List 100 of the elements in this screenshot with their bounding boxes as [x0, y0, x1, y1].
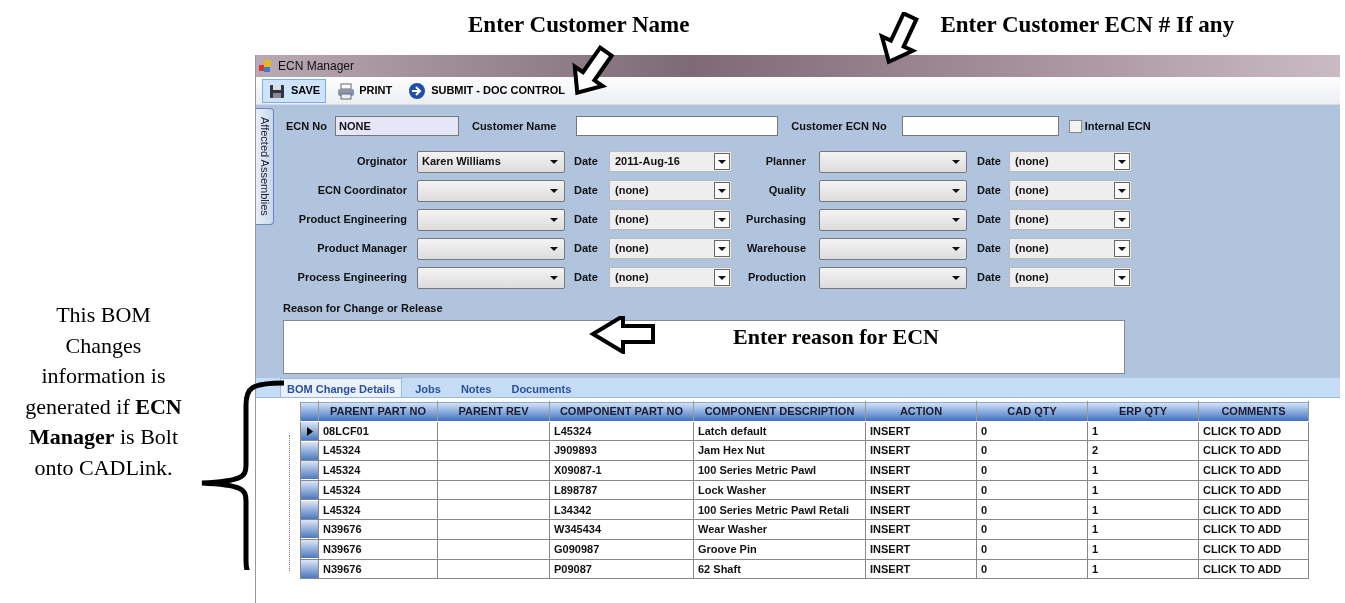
table-cell: W345434 — [549, 519, 694, 540]
field-label: Date — [977, 154, 1002, 170]
row-header[interactable] — [301, 422, 318, 441]
dropdown[interactable] — [417, 208, 565, 231]
dropdown[interactable] — [819, 179, 967, 202]
field-label: ECN No — [286, 118, 327, 134]
table-cell: Jam Hex Nut — [693, 440, 866, 461]
field-label: Customer ECN No — [791, 118, 887, 134]
tab[interactable]: Notes — [453, 378, 499, 397]
date-picker[interactable]: 2011-Aug-16 — [609, 151, 732, 172]
text-field[interactable] — [901, 116, 1059, 136]
column-header[interactable]: ACTION — [865, 401, 977, 422]
text-field[interactable]: NONE — [334, 116, 459, 136]
table-cell: N39676 — [318, 539, 438, 559]
dropdown[interactable] — [819, 266, 967, 289]
caret-icon — [1118, 188, 1126, 193]
date-picker[interactable]: (none) — [1009, 267, 1132, 288]
column-header[interactable]: COMPONENT PART NO — [549, 401, 694, 422]
table-cell: N39676 — [318, 559, 438, 579]
dropdown[interactable] — [417, 179, 565, 202]
table-cell: 100 Series Metric Pawl — [693, 460, 866, 481]
table-cell: G090987 — [549, 539, 694, 559]
comment-link[interactable]: CLICK TO ADD — [1198, 460, 1309, 481]
date-picker[interactable]: (none) — [1009, 151, 1132, 172]
table-cell: INSERT — [865, 460, 977, 481]
caret-icon — [718, 246, 726, 251]
field-label: Warehouse — [746, 241, 806, 257]
comment-link[interactable]: CLICK TO ADD — [1198, 519, 1309, 540]
caret-icon — [952, 159, 960, 164]
caret-icon — [550, 217, 558, 222]
caret-icon — [550, 188, 558, 193]
table-cell: J909893 — [549, 440, 694, 461]
dropdown[interactable] — [819, 208, 967, 231]
column-header[interactable]: PARENT REV — [437, 401, 550, 422]
table-cell: Groove Pin — [693, 539, 866, 559]
comment-link[interactable]: CLICK TO ADD — [1198, 559, 1309, 579]
table-cell: N39676 — [318, 519, 438, 540]
table-cell: X09087-1 — [549, 460, 694, 481]
table-cell: 62 Shaft — [693, 559, 866, 579]
table-cell: Wear Washer — [693, 519, 866, 540]
column-header[interactable]: COMMENTS — [1198, 401, 1309, 422]
table-cell: 1 — [1087, 539, 1199, 559]
column-header[interactable]: CAD QTY — [976, 401, 1088, 422]
window-title: ECN Manager — [278, 58, 355, 75]
column-header[interactable]: PARENT PART NO — [318, 401, 438, 422]
date-picker[interactable]: (none) — [1009, 180, 1132, 201]
date-picker[interactable]: (none) — [609, 238, 732, 259]
toolbar-button[interactable]: SAVE — [262, 78, 327, 103]
table-cell: L45324 — [318, 440, 438, 461]
toolbar-button[interactable]: PRINT — [330, 78, 399, 103]
date-picker[interactable]: (none) — [609, 209, 732, 230]
table-cell: INSERT — [865, 480, 977, 500]
comment-link[interactable]: CLICK TO ADD — [1198, 421, 1309, 441]
date-picker[interactable]: (none) — [609, 267, 732, 288]
table-cell: L45324 — [318, 499, 438, 520]
checkbox[interactable] — [1068, 119, 1082, 133]
tab[interactable]: Jobs — [408, 378, 448, 397]
table-cell: P09087 — [549, 559, 694, 579]
current-row-icon — [306, 426, 313, 436]
tab[interactable]: BOM Change Details — [280, 378, 403, 397]
caret-icon — [1118, 275, 1126, 280]
column-header[interactable]: COMPONENT DESCRIPTION — [693, 401, 866, 422]
table-cell: L45324 — [318, 460, 438, 481]
text-field[interactable] — [576, 116, 779, 136]
caret-icon — [550, 275, 558, 280]
table-cell: L45324 — [549, 421, 694, 441]
comment-link[interactable]: CLICK TO ADD — [1198, 480, 1309, 500]
app-icon — [258, 59, 272, 73]
side-tab[interactable]: Affected Assemblies — [256, 108, 274, 225]
field-label: ECN Coordinator — [316, 183, 407, 199]
dropdown[interactable] — [819, 237, 967, 260]
caret-icon — [718, 159, 726, 164]
table-cell: 0 — [976, 539, 1088, 559]
column-header[interactable]: ERP QTY — [1087, 401, 1199, 422]
field-label: Date — [574, 212, 599, 228]
dropdown[interactable] — [819, 150, 967, 173]
comment-link[interactable]: CLICK TO ADD — [1198, 539, 1309, 559]
table-cell: 1 — [1087, 499, 1199, 520]
table-cell: 1 — [1087, 421, 1199, 441]
toolbar-button[interactable]: SUBMIT - DOC CONTROL — [402, 78, 571, 103]
dropdown[interactable] — [417, 266, 565, 289]
caret-icon — [952, 246, 960, 251]
annotation-text: This BOM Changes information is generated if ECN Manager is Bolt onto CADLink. — [24, 301, 183, 482]
date-picker[interactable]: (none) — [609, 180, 732, 201]
table-cell: INSERT — [865, 421, 977, 441]
date-picker[interactable]: (none) — [1009, 209, 1132, 230]
field-label: Planner — [764, 154, 806, 170]
field-label: Customer Name — [471, 118, 557, 134]
field-label: Purchasing — [745, 212, 806, 228]
tab[interactable]: Documents — [504, 378, 579, 397]
table-cell: 0 — [976, 559, 1088, 579]
comment-link[interactable]: CLICK TO ADD — [1198, 440, 1309, 461]
table-cell: 08LCF01 — [318, 421, 438, 441]
table-cell: 1 — [1087, 480, 1199, 500]
text-area[interactable] — [283, 319, 1125, 374]
dropdown[interactable]: Karen Williams — [417, 150, 565, 173]
dropdown[interactable] — [417, 237, 565, 260]
field-label: Quality — [767, 183, 806, 199]
comment-link[interactable]: CLICK TO ADD — [1198, 499, 1309, 520]
date-picker[interactable]: (none) — [1009, 238, 1132, 259]
